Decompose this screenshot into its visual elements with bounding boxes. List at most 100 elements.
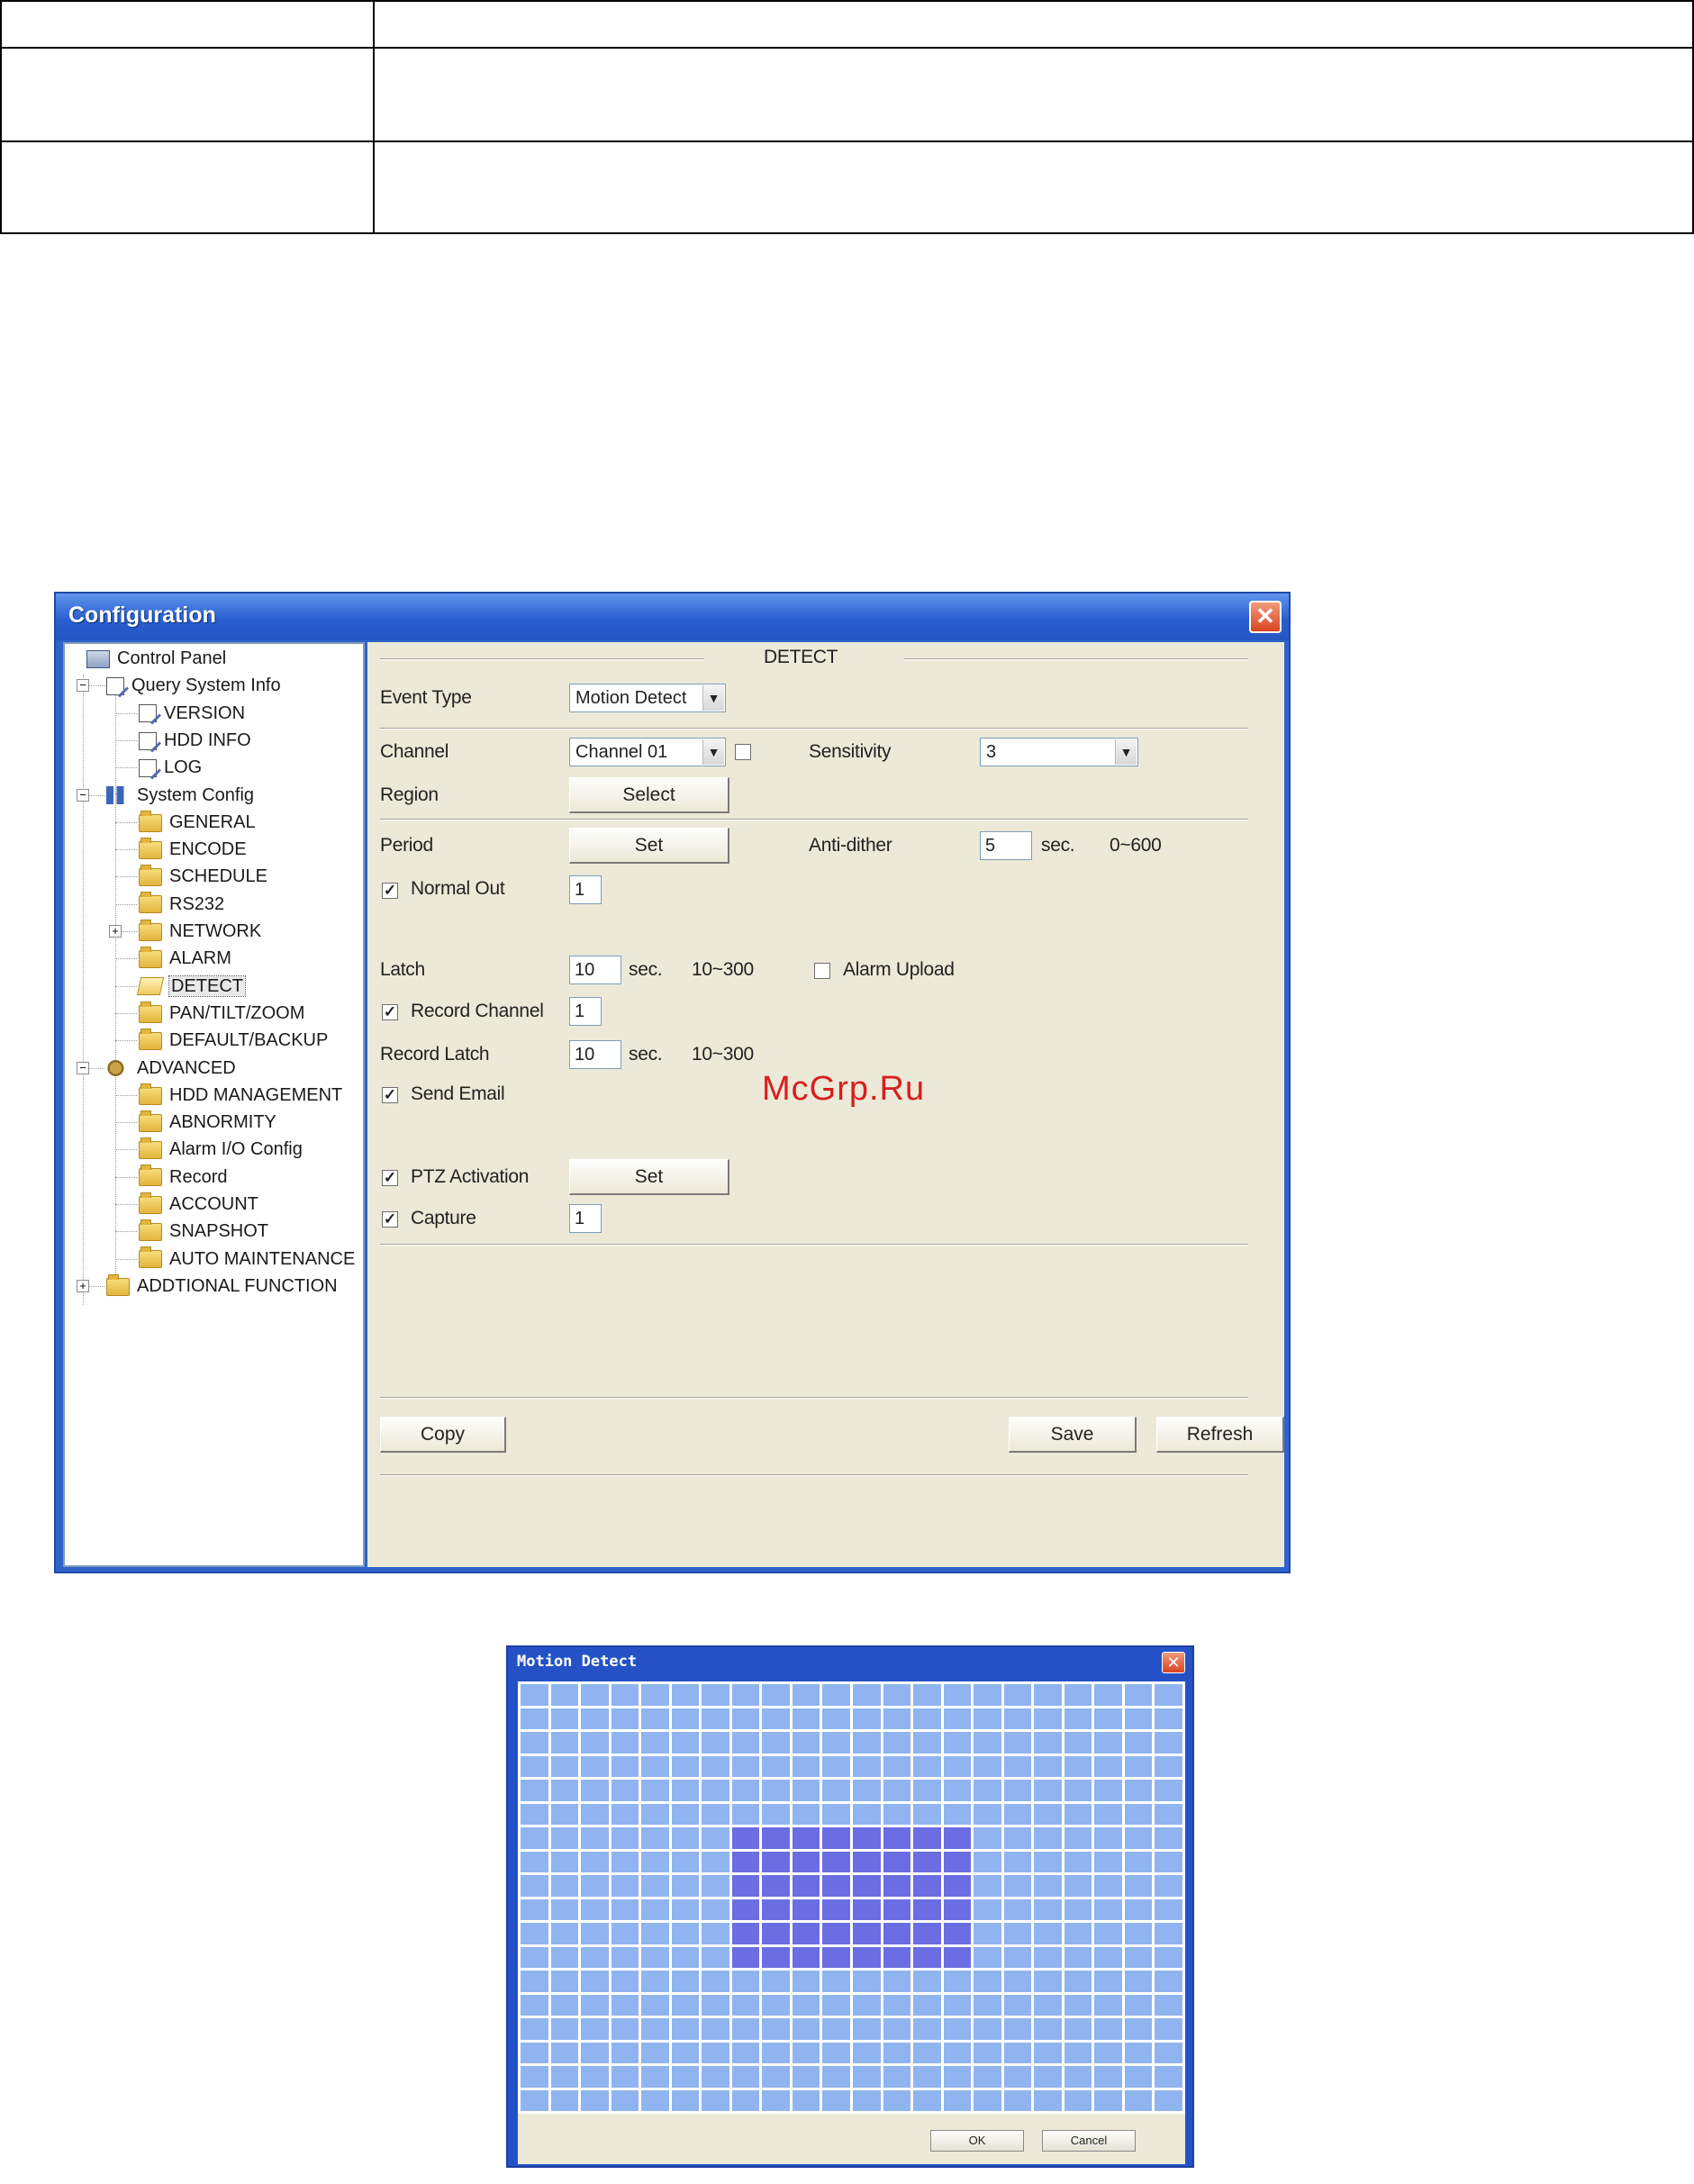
grid-cell-selected[interactable] [822,1875,850,1897]
grid-cell[interactable] [1003,1755,1032,1777]
grid-cell[interactable] [611,2089,639,2111]
grid-cell[interactable] [1003,1899,1032,1920]
grid-cell[interactable] [521,1875,548,1897]
grid-cell[interactable] [1094,1827,1122,1849]
grid-cell-selected[interactable] [853,1875,881,1897]
grid-cell-selected[interactable] [822,1899,850,1920]
grid-cell[interactable] [853,2089,881,2111]
alarm-upload-checkbox[interactable] [814,963,830,979]
grid-cell[interactable] [853,1780,881,1801]
grid-cell[interactable] [1124,1875,1153,1897]
grid-cell[interactable] [1064,2042,1092,2063]
grid-cell[interactable] [913,1732,941,1754]
grid-cell[interactable] [1034,1803,1062,1825]
grid-cell[interactable] [1124,1755,1153,1777]
grid-cell[interactable] [822,2018,850,2040]
grid-cell[interactable] [1094,1946,1122,1968]
grid-cell[interactable] [1034,1923,1062,1944]
grid-cell[interactable] [1124,1708,1153,1729]
grid-cell[interactable] [762,1971,790,1992]
grid-cell[interactable] [731,1994,760,2016]
normal-out-checkbox[interactable]: ✓ [382,883,398,899]
grid-cell[interactable] [702,1994,729,2016]
grid-cell[interactable] [611,1971,639,1992]
grid-cell[interactable] [943,2018,972,2040]
grid-cell-selected[interactable] [792,1946,820,1968]
grid-cell[interactable] [762,2089,790,2111]
tree-item-pan-tilt-zoom[interactable]: PAN/TILT/ZOOM [139,1001,304,1026]
grid-cell[interactable] [581,1803,609,1825]
grid-cell[interactable] [883,1684,911,1706]
grid-cell[interactable] [792,2042,820,2063]
grid-cell[interactable] [611,1946,639,1968]
expand-icon[interactable]: + [109,925,122,938]
grid-cell[interactable] [550,1684,579,1706]
grid-cell[interactable] [671,1875,700,1897]
grid-cell[interactable] [943,1994,972,2016]
grid-cell[interactable] [521,2066,548,2088]
grid-cell-selected[interactable] [792,1851,820,1872]
grid-cell[interactable] [822,1994,850,2016]
grid-cell[interactable] [762,1803,790,1825]
grid-cell[interactable] [1094,1875,1122,1897]
grid-cell[interactable] [581,1971,609,1992]
grid-cell[interactable] [792,2089,820,2111]
grid-cell[interactable] [1064,1827,1092,1849]
grid-cell[interactable] [822,2042,850,2063]
grid-cell[interactable] [581,1923,609,1944]
grid-cell[interactable] [671,1708,700,1729]
grid-cell[interactable] [792,1780,820,1801]
grid-cell[interactable] [822,1971,850,1992]
grid-cell[interactable] [974,2089,1001,2111]
grid-cell[interactable] [792,2066,820,2088]
grid-cell[interactable] [581,1708,609,1729]
grid-cell[interactable] [581,1899,609,1920]
grid-cell[interactable] [1124,1994,1153,2016]
grid-cell[interactable] [550,1827,579,1849]
grid-cell[interactable] [671,1803,700,1825]
grid-cell[interactable] [581,2018,609,2040]
grid-cell-selected[interactable] [883,1946,911,1968]
grid-cell[interactable] [641,1780,669,1801]
grid-cell[interactable] [611,2042,639,2063]
grid-cell[interactable] [550,1994,579,2016]
grid-cell[interactable] [822,1755,850,1777]
grid-cell[interactable] [853,2018,881,2040]
grid-cell[interactable] [1155,1827,1182,1849]
grid-cell[interactable] [913,2018,941,2040]
grid-cell-selected[interactable] [883,1875,911,1897]
grid-cell[interactable] [1155,1780,1182,1801]
grid-cell-selected[interactable] [853,1923,881,1944]
grid-cell[interactable] [521,1803,548,1825]
grid-cell[interactable] [611,1923,639,1944]
grid-cell[interactable] [1034,2018,1062,2040]
grid-cell-selected[interactable] [731,1827,760,1849]
grid-cell-selected[interactable] [792,1923,820,1944]
grid-cell[interactable] [1034,1732,1062,1754]
grid-cell[interactable] [974,1875,1001,1897]
tree-item-version[interactable]: VERSION [139,701,245,726]
grid-cell[interactable] [1124,1732,1153,1754]
grid-cell[interactable] [883,1994,911,2016]
grid-cell[interactable] [671,1732,700,1754]
grid-cell[interactable] [1064,1755,1092,1777]
grid-cell[interactable] [943,1780,972,1801]
grid-cell[interactable] [550,1971,579,1992]
grid-cell[interactable] [792,1708,820,1729]
grid-cell[interactable] [1003,1875,1032,1897]
grid-cell[interactable] [1034,2066,1062,2088]
send-email-checkbox[interactable]: ✓ [382,1087,398,1103]
grid-cell[interactable] [1064,1899,1092,1920]
grid-cell[interactable] [974,1946,1001,1968]
grid-cell[interactable] [702,1923,729,1944]
grid-cell[interactable] [641,1851,669,1872]
grid-cell[interactable] [641,1684,669,1706]
grid-cell[interactable] [853,1994,881,2016]
grid-cell-selected[interactable] [913,1851,941,1872]
grid-cell[interactable] [671,1827,700,1849]
grid-cell[interactable] [702,2089,729,2111]
grid-cell[interactable] [641,2042,669,2063]
grid-cell[interactable] [853,1732,881,1754]
grid-cell[interactable] [1003,1684,1032,1706]
tree-item-rs232[interactable]: RS232 [139,892,224,917]
